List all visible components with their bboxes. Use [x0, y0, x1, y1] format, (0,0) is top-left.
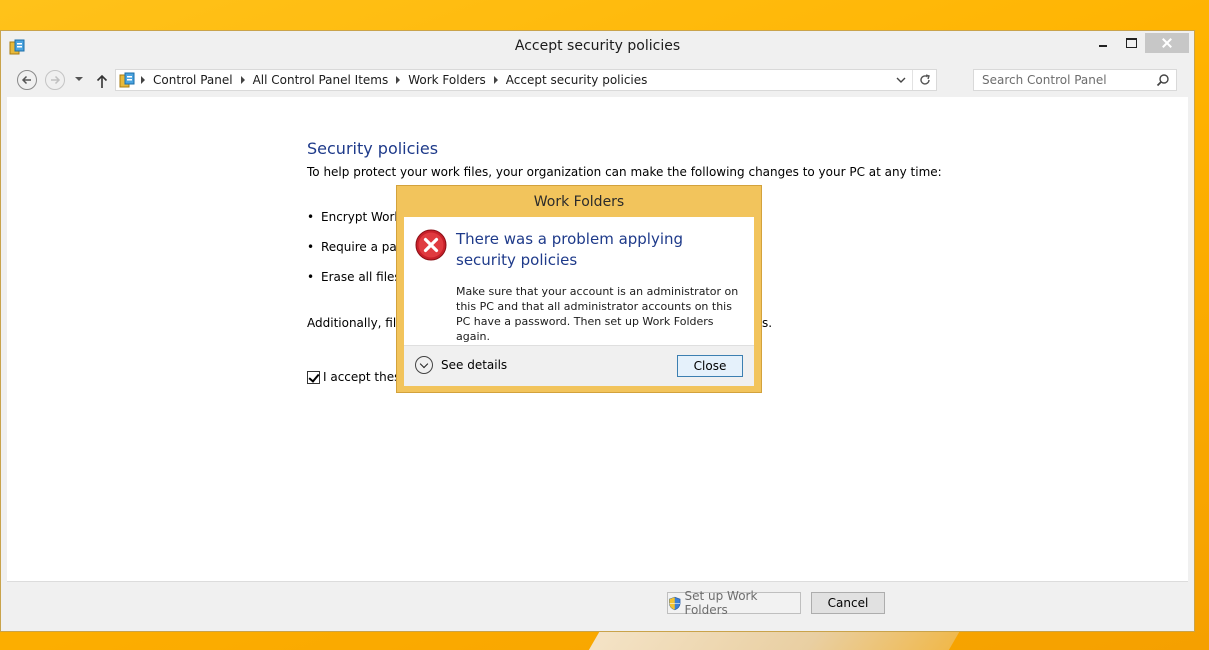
close-button[interactable]: Close	[677, 355, 743, 377]
refresh-icon	[920, 74, 930, 85]
additional-text: Additionally, files s.	[307, 316, 772, 330]
navigation-bar: Control Panel All Control Panel Items Wo…	[1, 61, 1194, 97]
dialog-body: There was a problem applying security po…	[404, 217, 754, 345]
breadcrumb-label[interactable]: Control Panel	[153, 73, 233, 87]
dialog-footer: See details Close	[404, 345, 754, 386]
search-icon[interactable]	[1156, 73, 1170, 87]
forward-button[interactable]	[45, 70, 65, 90]
dialog-title[interactable]: Work Folders	[397, 186, 761, 217]
breadcrumb-all-items[interactable]: All Control Panel Items	[233, 73, 389, 87]
window-title: Accept security policies	[514, 38, 681, 54]
footer-bar: Set up Work Folders Cancel	[7, 581, 1188, 627]
forward-icon	[51, 75, 61, 85]
back-button[interactable]	[17, 70, 37, 90]
title-bar[interactable]: Accept security policies	[1, 31, 1194, 61]
address-bar[interactable]: Control Panel All Control Panel Items Wo…	[115, 69, 937, 91]
dialog-content-text: Make sure that your account is an admini…	[456, 285, 739, 343]
breadcrumb-label[interactable]: Work Folders	[408, 73, 486, 87]
breadcrumb-label[interactable]: All Control Panel Items	[253, 73, 389, 87]
back-icon	[21, 75, 31, 85]
breadcrumb-separator-icon[interactable]	[396, 76, 401, 84]
minimize-button[interactable]	[1089, 33, 1117, 53]
search-input[interactable]: Search Control Panel	[973, 69, 1177, 91]
see-details-label[interactable]: See details	[441, 358, 507, 372]
accept-checkbox[interactable]	[307, 370, 320, 384]
error-icon	[415, 229, 447, 261]
search-placeholder: Search Control Panel	[982, 73, 1107, 87]
intro-text: To help protect your work files, your or…	[307, 165, 942, 179]
additional-text-suffix: s.	[762, 316, 773, 330]
breadcrumb-label[interactable]: Accept security policies	[506, 73, 648, 87]
additional-text-prefix: Additionally, files	[307, 316, 410, 330]
expand-icon[interactable]	[415, 356, 433, 374]
setup-label: Set up Work Folders	[684, 589, 758, 617]
breadcrumb-accept-policies[interactable]: Accept security policies	[486, 73, 648, 87]
chevron-down-icon[interactable]	[894, 73, 908, 87]
breadcrumb-work-folders[interactable]: Work Folders	[388, 73, 486, 87]
error-dialog: Work Folders There was a problem applyin…	[396, 185, 762, 393]
control-panel-icon	[119, 72, 135, 88]
see-details-toggle[interactable]: See details	[415, 356, 507, 374]
breadcrumb-separator-icon[interactable]	[240, 76, 245, 84]
recent-locations-dropdown[interactable]	[75, 77, 83, 81]
breadcrumb-control-panel[interactable]: Control Panel	[135, 73, 233, 87]
setup-work-folders-button[interactable]: Set up Work Folders	[667, 589, 801, 617]
breadcrumb-separator-icon[interactable]	[493, 76, 498, 84]
shield-icon	[669, 596, 681, 610]
breadcrumb-separator-icon[interactable]	[141, 76, 145, 84]
page-title: Security policies	[307, 139, 439, 158]
up-arrow-icon[interactable]	[95, 73, 109, 89]
maximize-button[interactable]	[1117, 33, 1145, 53]
cancel-button[interactable]: Cancel	[811, 592, 885, 614]
refresh-button[interactable]	[912, 70, 936, 90]
dialog-main-instruction: There was a problem applying security po…	[456, 230, 684, 269]
accept-checkbox-row[interactable]: I accept these	[307, 370, 408, 384]
close-window-button[interactable]	[1145, 33, 1189, 53]
